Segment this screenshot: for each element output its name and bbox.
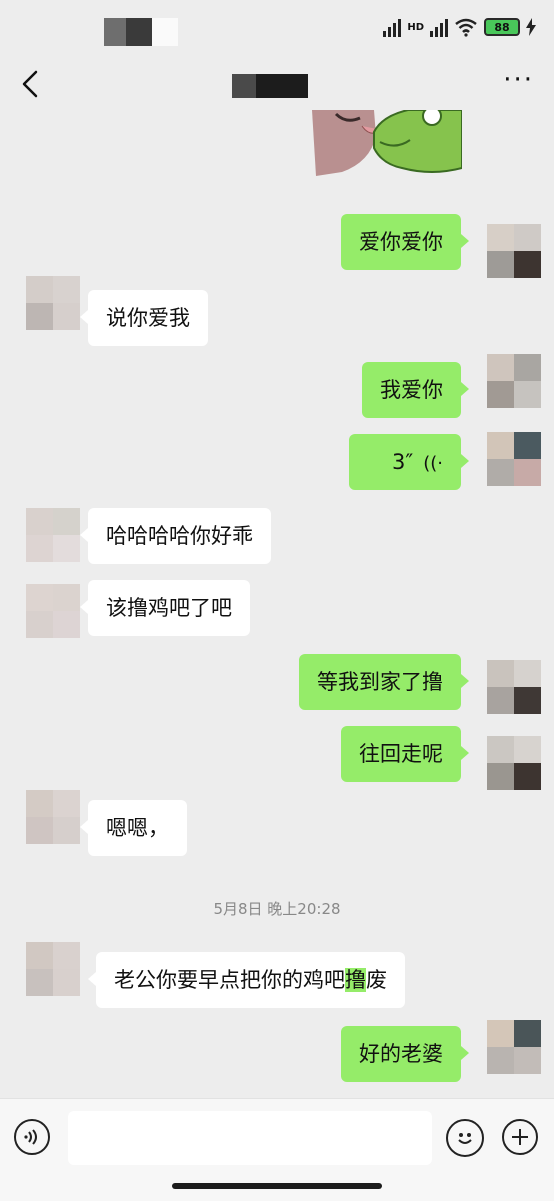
status-icons: HD 88 [383, 17, 536, 37]
status-blur [126, 18, 152, 46]
wifi-icon [455, 18, 477, 37]
voice-wave-icon [24, 1129, 37, 1145]
message-input[interactable] [68, 1111, 432, 1165]
message-text: 哈哈哈哈你好乖 [106, 524, 253, 548]
battery-icon: 88 [484, 18, 520, 36]
message-text: 嗯嗯， [106, 816, 169, 840]
chat-area[interactable]: 爱你爱你 说你爱我 我爱你 3″ ((· 哈哈哈哈你好乖 该撸鸡吧了吧 等我到家了… [0, 110, 554, 1098]
chevron-left-icon[interactable] [14, 66, 50, 102]
signal-icon [383, 17, 402, 37]
plus-glyph-icon [512, 1129, 528, 1145]
incoming-message[interactable]: 哈哈哈哈你好乖 [80, 508, 271, 564]
outgoing-message[interactable]: 等我到家了撸 [299, 654, 469, 710]
title-bar: ··· [0, 60, 554, 110]
message-text: 往回走呢 [359, 742, 443, 766]
voice-wave-icon: ((· [423, 453, 443, 474]
avatar[interactable] [26, 508, 80, 562]
incoming-message[interactable]: 嗯嗯， [80, 800, 187, 856]
smile-icon [458, 1133, 472, 1144]
incoming-message[interactable]: 老公你要早点把你的鸡吧撸废 [88, 952, 405, 1008]
avatar[interactable] [487, 224, 541, 278]
avatar[interactable] [26, 790, 80, 844]
message-text: 该撸鸡吧了吧 [106, 596, 232, 620]
input-bar [0, 1098, 554, 1201]
avatar[interactable] [487, 432, 541, 486]
outgoing-message[interactable]: 我爱你 [362, 362, 469, 418]
avatar[interactable] [26, 276, 80, 330]
plus-icon[interactable] [502, 1119, 538, 1155]
status-blur [152, 18, 178, 46]
avatar[interactable] [487, 1020, 541, 1074]
avatar[interactable] [26, 942, 80, 996]
signal-icon-2 [430, 17, 448, 37]
emoji-icon[interactable] [446, 1119, 484, 1157]
status-blur [104, 18, 126, 46]
avatar[interactable] [487, 354, 541, 408]
home-indicator[interactable] [172, 1183, 382, 1189]
outgoing-message[interactable]: 好的老婆 [341, 1026, 469, 1082]
voice-message[interactable]: 3″ ((· [349, 434, 469, 490]
charging-icon [526, 18, 536, 36]
selected-text-highlight[interactable]: 撸 [345, 968, 366, 992]
incoming-message[interactable]: 说你爱我 [80, 290, 208, 346]
message-text: 我爱你 [380, 378, 443, 402]
status-bar: HD 88 [0, 0, 554, 60]
contact-name-blurred [232, 74, 308, 98]
outgoing-message[interactable]: 往回走呢 [341, 726, 469, 782]
avatar[interactable] [487, 736, 541, 790]
voice-duration: 3″ [392, 450, 414, 474]
message-text: 好的老婆 [359, 1042, 443, 1066]
more-icon[interactable]: ··· [503, 67, 534, 93]
message-text: 废 [366, 968, 387, 992]
message-text: 爱你爱你 [359, 230, 443, 254]
sticker-image[interactable] [312, 110, 462, 178]
battery-level: 88 [494, 20, 510, 34]
message-text: 等我到家了撸 [317, 670, 443, 694]
message-text: 老公你要早点把你的鸡吧 [114, 968, 345, 992]
avatar[interactable] [487, 660, 541, 714]
outgoing-message[interactable]: 爱你爱你 [341, 214, 469, 270]
network-type: HD [407, 21, 424, 33]
message-text: 说你爱我 [106, 306, 190, 330]
voice-icon[interactable] [14, 1119, 50, 1155]
chat-timestamp: 5月8日 晚上20:28 [213, 900, 341, 918]
incoming-message[interactable]: 该撸鸡吧了吧 [80, 580, 250, 636]
avatar[interactable] [26, 584, 80, 638]
